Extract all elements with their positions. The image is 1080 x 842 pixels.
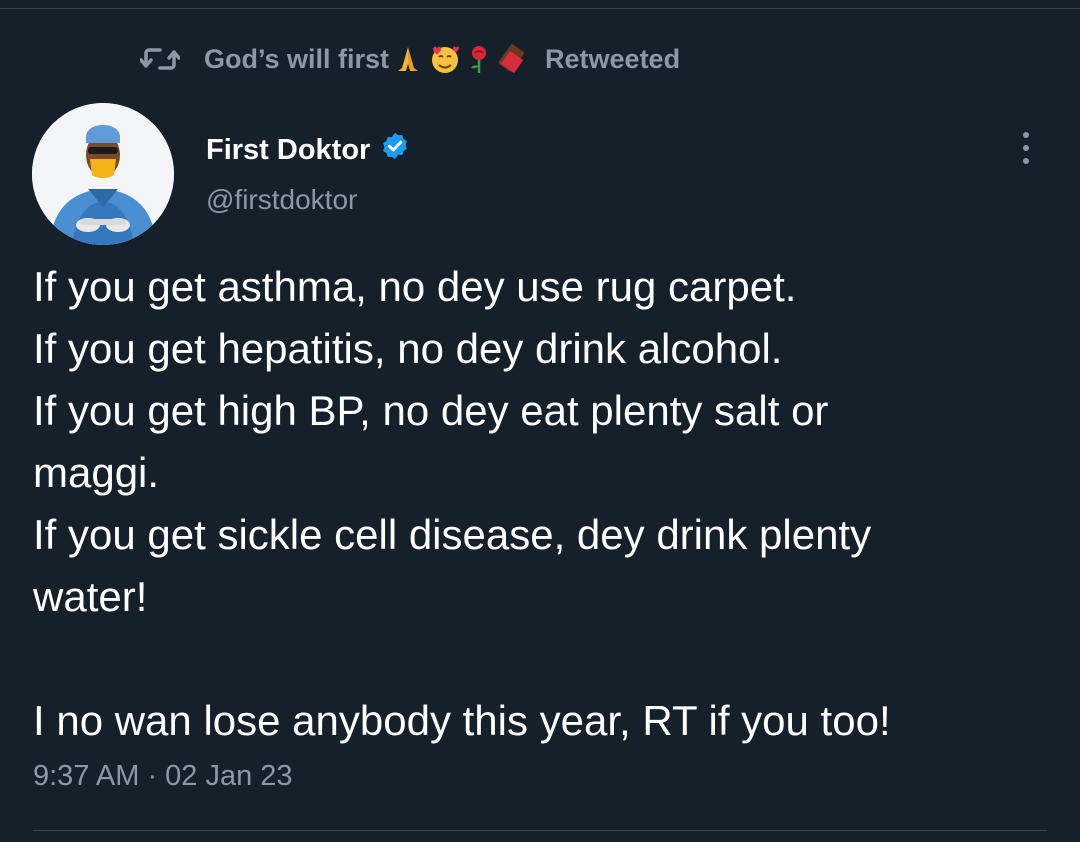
tweet-line: If you get asthma, no dey use rug carpet… [33, 263, 797, 310]
top-divider [0, 8, 1080, 9]
more-dot-icon [1023, 132, 1029, 138]
chocolate-bar-emoji [498, 44, 525, 73]
retweet-icon [140, 43, 184, 75]
doctor-avatar-image [32, 103, 174, 245]
verified-badge-icon [380, 131, 410, 169]
author-handle[interactable]: @firstdoktor [206, 184, 357, 216]
retweeted-label: Retweeted [545, 43, 681, 74]
tweet-line: water! [33, 573, 148, 620]
tweet-line: If you get hepatitis, no dey drink alcoh… [33, 325, 783, 372]
tweet-line: maggi. [33, 449, 160, 496]
more-dot-icon [1023, 158, 1029, 164]
smiling-face-hearts-emoji [432, 46, 460, 73]
retweeter-emojis [393, 43, 529, 75]
retweet-context[interactable]: God’s will first Retweeted [140, 36, 680, 82]
tweet-paragraph-gap [33, 628, 1043, 690]
tweet-line: If you get sickle cell disease, dey drin… [33, 511, 872, 558]
more-options-button[interactable] [1008, 124, 1044, 172]
author-name[interactable]: First Doktor [206, 134, 370, 167]
avatar[interactable] [32, 103, 174, 245]
praying-hands-emoji [398, 47, 419, 71]
tweet-timestamp[interactable]: 9:37 AM · 02 Jan 23 [33, 760, 293, 793]
tweet-text: If you get asthma, no dey use rug carpet… [33, 256, 1043, 752]
more-dot-icon [1023, 145, 1029, 151]
retweeter-name[interactable]: God’s will first [204, 44, 389, 75]
rose-emoji [471, 46, 487, 73]
tweet-line: If you get high BP, no dey eat plenty sa… [33, 387, 829, 434]
tweet-line: I no wan lose anybody this year, RT if y… [33, 697, 891, 744]
tweet-page: God’s will first Retweeted First Doktor … [0, 0, 1080, 842]
bottom-divider [33, 830, 1047, 831]
author-name-row[interactable]: First Doktor [206, 128, 410, 172]
